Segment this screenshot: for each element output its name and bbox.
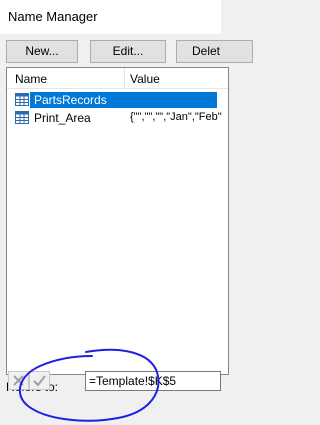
- table-icon: [15, 111, 29, 124]
- list-header: Name Value: [7, 68, 228, 89]
- edit-button-label: Edit...: [112, 44, 144, 58]
- window-title: Name Manager: [8, 9, 98, 24]
- cancel-icon: [13, 375, 24, 386]
- list-item-value: {"","","","Jan","Feb": [130, 111, 222, 123]
- new-button[interactable]: New...: [6, 40, 78, 63]
- check-icon: [33, 375, 46, 387]
- new-button-label: New...: [25, 44, 59, 58]
- list-item[interactable]: Print_Area {"","","","Jan","Feb": [12, 110, 228, 126]
- refers-to-input[interactable]: =Template!$K$5: [85, 371, 221, 391]
- list-item[interactable]: PartsRecords: [12, 92, 228, 108]
- title-bar: Name Manager: [0, 0, 221, 34]
- column-header-name[interactable]: Name: [15, 72, 47, 86]
- list-item-name: PartsRecords: [32, 93, 109, 107]
- delete-button[interactable]: Delet: [176, 40, 253, 63]
- edit-button[interactable]: Edit...: [90, 40, 166, 63]
- table-icon: [15, 93, 29, 106]
- delete-button-label: Delet: [192, 44, 221, 58]
- column-divider[interactable]: [124, 68, 125, 88]
- list-item-name: Print_Area: [34, 111, 91, 125]
- cancel-button[interactable]: [8, 371, 29, 390]
- column-header-value[interactable]: Value: [130, 72, 160, 86]
- names-list[interactable]: Name Value PartsRecords Print_Area {"","…: [6, 67, 229, 375]
- confirm-button[interactable]: [29, 371, 50, 390]
